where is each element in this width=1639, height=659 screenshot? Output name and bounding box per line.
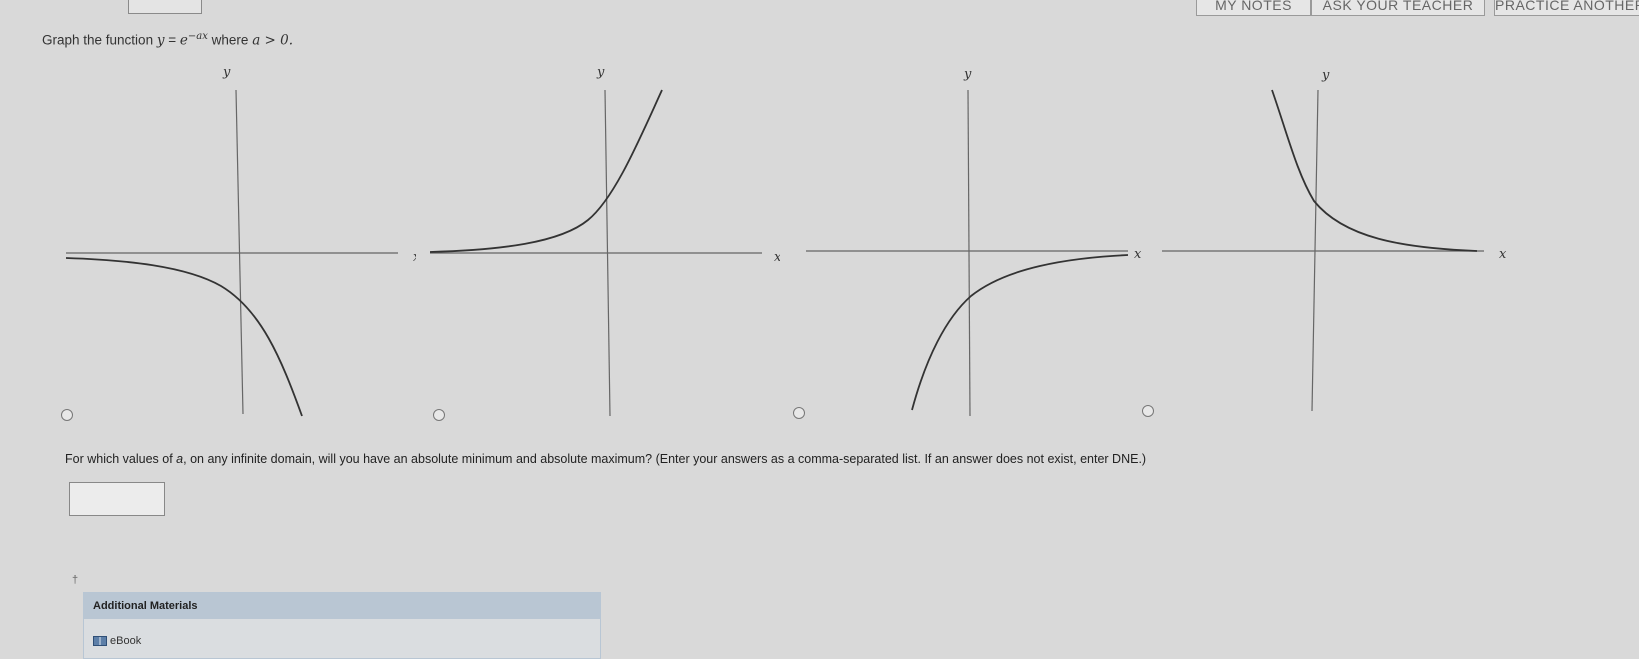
y-axis	[235, 89, 244, 415]
ebook-label: eBook	[110, 635, 142, 647]
graph-option-3: y x	[806, 58, 1156, 420]
ask-your-teacher-button[interactable]: ASK YOUR TEACHER	[1311, 0, 1485, 16]
graph-option-4: y x	[1162, 58, 1512, 420]
x-axis-label: x	[774, 250, 780, 265]
option-3-radio[interactable]	[793, 407, 805, 419]
graph-option-2: y x	[430, 58, 780, 420]
y-axis	[967, 89, 971, 417]
additional-materials-title: Additional Materials	[84, 593, 600, 619]
additional-materials-panel: Additional Materials eBook	[83, 592, 601, 659]
y-axis-label: y	[1321, 68, 1330, 83]
footnote-marker: †	[72, 574, 79, 586]
option-4-radio[interactable]	[1142, 405, 1154, 417]
graph-option-1: y x	[66, 58, 416, 420]
function-lhs: y	[156, 32, 165, 49]
answer-input[interactable]	[69, 482, 165, 516]
ebook-link[interactable]: eBook	[93, 635, 141, 647]
option-1-radio[interactable]	[61, 409, 73, 421]
function-equals: =	[168, 32, 177, 48]
book-icon	[93, 636, 107, 646]
graph-curve	[430, 89, 663, 253]
question-intro: Graph the function	[42, 32, 154, 48]
y-axis-label: y	[222, 65, 231, 80]
x-axis-label: x	[413, 250, 416, 265]
my-notes-button[interactable]: MY NOTES	[1196, 0, 1311, 16]
prompt-before: For which values of	[65, 452, 173, 466]
top-left-box[interactable]	[128, 0, 202, 14]
prompt-after: , on any infinite domain, will you have …	[183, 452, 1147, 466]
function-exponent: −ax	[187, 31, 208, 42]
y-axis-label: y	[596, 65, 605, 80]
option-2-radio[interactable]	[433, 409, 445, 421]
condition: a > 0.	[252, 32, 294, 49]
condition-prefix: where	[211, 32, 249, 48]
sub-question: For which values of a, on any infinite d…	[65, 452, 1146, 466]
question-text: Graph the function y = e−ax where a > 0.	[42, 31, 293, 49]
graph-curve	[1271, 89, 1478, 252]
y-axis-label: y	[963, 67, 972, 82]
practice-another-button[interactable]: PRACTICE ANOTHER	[1494, 0, 1639, 16]
x-axis-label: x	[1134, 247, 1142, 262]
x-axis-label: x	[1499, 247, 1507, 262]
graph-curve	[911, 254, 1129, 411]
function-base: e	[179, 32, 188, 49]
graph-curve	[66, 257, 303, 417]
